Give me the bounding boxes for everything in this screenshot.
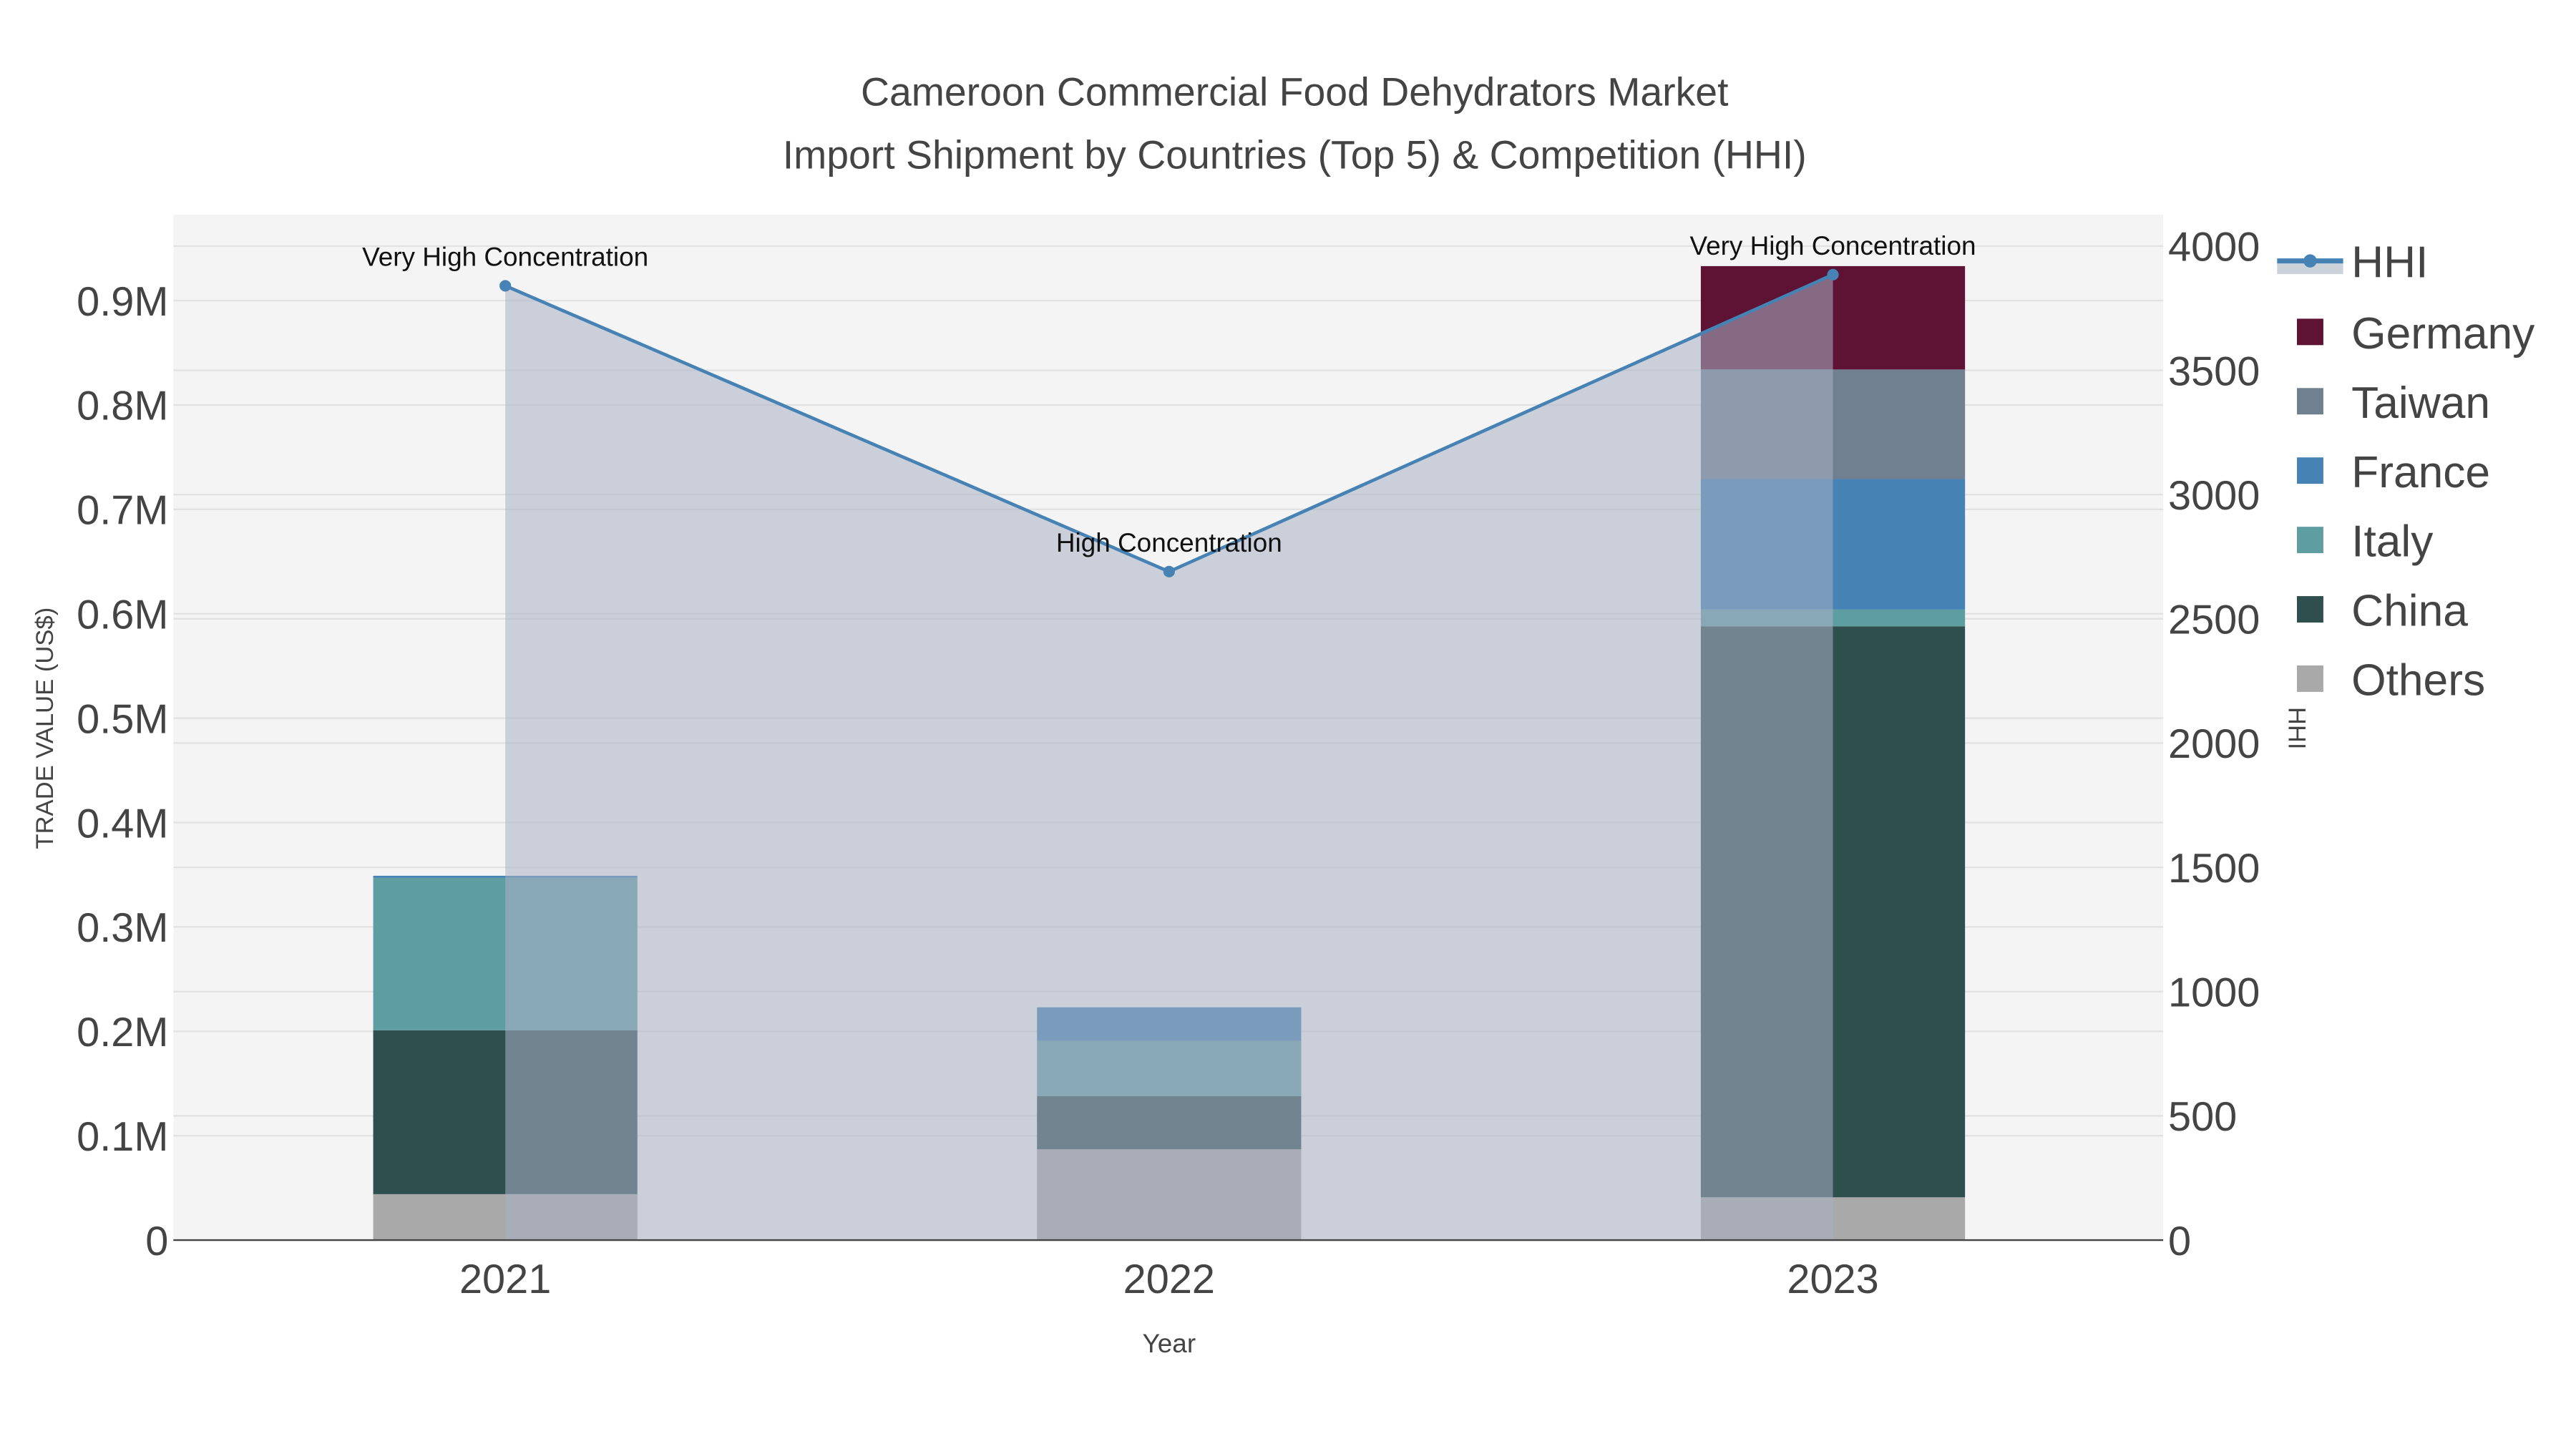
- y2-tick-label: 3000: [2168, 473, 2260, 519]
- hhi-annotation-2023: Very High Concentration: [1690, 231, 1976, 260]
- legend-swatch: [2297, 318, 2323, 346]
- hhi-annotation-2021: Very High Concentration: [362, 243, 648, 272]
- x-tick-label: 2021: [459, 1257, 551, 1302]
- y2-tick-label: 4000: [2168, 225, 2260, 270]
- legend-label: Germany: [2351, 309, 2535, 358]
- legend-swatch: [2297, 388, 2323, 415]
- legend-label: Italy: [2351, 517, 2434, 567]
- legend-label: France: [2351, 448, 2490, 497]
- chart-title-line1: Cameroon Commercial Food Dehydrators Mar…: [861, 70, 1729, 114]
- y2-tick-label: 500: [2168, 1094, 2237, 1140]
- legend-swatch: [2297, 665, 2323, 692]
- y-tick-label: 0.9M: [77, 279, 168, 325]
- y-tick-label: 0.7M: [77, 488, 168, 534]
- hhi-annotation-2022: High Concentration: [1056, 528, 1282, 557]
- legend-swatch: [2297, 527, 2323, 554]
- y-tick-label: 0.3M: [77, 905, 168, 951]
- hhi-point-2021: [499, 280, 512, 292]
- y-tick-label: 0.1M: [77, 1114, 168, 1160]
- legend-swatch: [2297, 596, 2323, 623]
- legend-swatch: [2297, 457, 2323, 484]
- y2-tick-label: 1500: [2168, 846, 2260, 892]
- y-tick-label: 0.6M: [77, 592, 168, 638]
- y-tick-label: 0.5M: [77, 696, 168, 742]
- x-tick-label: 2022: [1123, 1257, 1215, 1302]
- y2-tick-label: 0: [2168, 1219, 2191, 1264]
- legend-hhi-marker: [2303, 254, 2317, 268]
- y2-tick-label: 1000: [2168, 970, 2260, 1016]
- chart-title-line2: Import Shipment by Countries (Top 5) & C…: [783, 132, 1807, 177]
- legend-label: China: [2351, 587, 2468, 636]
- y-tick-label: 0: [145, 1219, 168, 1264]
- hhi-point-2023: [1827, 268, 1839, 280]
- y2-tick-label: 3500: [2168, 348, 2260, 394]
- legend-label: HHI: [2351, 238, 2428, 288]
- y2-tick-label: 2000: [2168, 721, 2260, 767]
- chart: Very High Concentration High Concentratio…: [0, 0, 2576, 1449]
- y-tick-label: 0.8M: [77, 384, 168, 429]
- x-axis-title: Year: [1143, 1329, 1196, 1358]
- legend-label: Others: [2351, 656, 2485, 706]
- y-tick-label: 0.2M: [77, 1010, 168, 1055]
- y2-tick-label: 2500: [2168, 597, 2260, 643]
- y-tick-label: 0.4M: [77, 801, 168, 847]
- hhi-point-2022: [1163, 565, 1175, 577]
- legend-label: Taiwan: [2351, 379, 2490, 428]
- x-tick-label: 2023: [1787, 1257, 1878, 1302]
- y-axis-title: TRADE VALUE (US$): [31, 608, 59, 849]
- y2-axis-title: HHI: [2283, 707, 2310, 750]
